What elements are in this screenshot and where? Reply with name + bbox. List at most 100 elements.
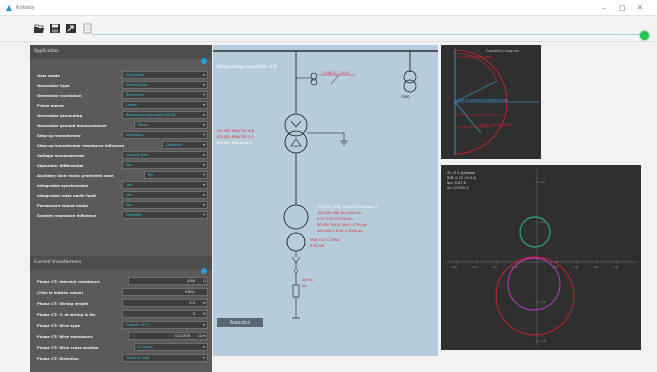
setting-row-generator-type: Generator type Salient pole [34, 81, 208, 89]
setting-row-integrated-synchronizer: Integrated synchronizer Yes [34, 181, 208, 189]
generator-rating-3: 0.27 0.00 0.2790 pu [317, 217, 353, 221]
setting-label: Phase CT: Wiring length [37, 300, 89, 306]
x-tick-label: 1.0 [573, 265, 578, 269]
prime-mover-select[interactable]: Diesel [122, 101, 208, 109]
toolbar [0, 16, 657, 42]
export-icon[interactable] [65, 23, 77, 34]
single-line-diagram: Relay voltage connection: 8.8 N.A 1,500 … [213, 45, 438, 356]
document-icon[interactable] [81, 23, 93, 34]
x-tick-label: 1.5 [593, 265, 598, 269]
protection-button[interactable]: Protection [217, 318, 263, 327]
setting-label: Phase CT: Direction [37, 355, 79, 361]
ground-measurement-select[interactable]: None [134, 121, 208, 129]
ct-wire-type-select[interactable]: Copper 75°C [122, 321, 208, 329]
separator-differential-select[interactable]: No [122, 161, 208, 169]
system-reactance-select[interactable]: Disabled [122, 211, 208, 219]
y-tick-label: -1.0 [540, 300, 546, 304]
ct-row-wire-resistance: Phase CT: Wire resistance 0.01200 Ω/m [34, 332, 208, 340]
breaker-label-2: 20 [302, 284, 307, 288]
ct-wire-cross-section-select[interactable]: 4.0mm2 [134, 343, 208, 351]
app-logo-icon [6, 5, 12, 11]
transformer-rating-1: 100.000 MVA/TSC 6.8 [216, 129, 254, 133]
impedance-info-4: Vn: 11000 V [447, 186, 469, 190]
setting-label: Phase CT: Wire resistance [37, 333, 93, 339]
ct-wiring-length-input[interactable]: 3.0 [122, 299, 208, 307]
impedance-info-3: Ipu: 0.87 A [447, 181, 467, 185]
setting-label: Voltage measurement [37, 152, 85, 158]
generator-extra-2: 0 60 kW [310, 244, 325, 248]
setting-label: Auxiliary load ready protected zone [37, 172, 114, 178]
setting-row-separator-differential: Separator differential No [34, 161, 208, 169]
setting-row-auxiliary-load: Auxiliary load ready protected zone No [34, 171, 208, 179]
capability-title: Capability diagram [486, 49, 520, 53]
setting-row-prime-mover: Prime mover Diesel [34, 101, 208, 109]
setting-row-reactance-influence: Step-up transformer reactance influence … [34, 141, 208, 149]
title-bar: Kirkeby – □ ✕ [0, 0, 657, 16]
diagram-drawing [213, 50, 438, 319]
ct-wire-resistance-input[interactable]: 0.01200 [128, 332, 208, 340]
window-title: Kirkeby [16, 5, 35, 11]
under-excitation-label: Line of under-excitation limit [457, 98, 508, 102]
generator-grounding-select[interactable]: Resistance grounded (NGR) [122, 111, 208, 119]
setting-label: Integrated rotor earth fault [37, 192, 97, 198]
setting-row-voltage-measurement: Voltage measurement Ground wye [34, 151, 208, 159]
generator-rating-2: 105.000 MW 30 1.000 pu [317, 211, 362, 215]
setting-label: User mode [37, 72, 60, 78]
user-mode-select[interactable]: Simplified [122, 71, 208, 79]
x-tick-label: 0.5 [553, 265, 558, 269]
integrated-synchronizer-select[interactable]: Yes [122, 181, 208, 189]
ct-direction-select[interactable]: Towards load [122, 354, 208, 362]
setting-label: Step-up transformer reactance influence [37, 142, 125, 148]
generator-excitation-select[interactable]: Brushless [122, 91, 208, 99]
ct-row-wire-type: Phase CT: Wire type Copper 75°C [34, 321, 208, 329]
setting-label: Generator grounding [37, 112, 83, 118]
application-section-toggle [30, 53, 212, 67]
x-tick-label: -1.0 [491, 265, 497, 269]
generator-rating-4: 40.000 500 0.300 0.1750 pu [317, 223, 368, 227]
generator-type-select[interactable]: Salient pole [122, 81, 208, 89]
ct-hidden-value-input[interactable]: 0.801 [122, 288, 208, 296]
close-button[interactable]: ✕ [634, 3, 646, 13]
maximize-button[interactable]: □ [616, 3, 628, 13]
ct-sub-label: N.A [311, 79, 316, 82]
connection-status-indicator [640, 31, 649, 40]
x-tick-label: 2.0 [613, 265, 618, 269]
ct-wiring-percent-input[interactable]: 5 [122, 310, 208, 318]
x-tick-label: -1.5 [471, 265, 477, 269]
setting-row-generator-grounding: Generator grounding Resistance grounded … [34, 111, 208, 119]
transformer-rating-3: 400.000 MVA base 1 [216, 141, 252, 145]
setting-row-system-reactance: System reactance influence Disabled [34, 211, 208, 219]
setting-label: Generator ground measurement [37, 122, 107, 128]
x-tick-label: -2.0 [451, 265, 457, 269]
collapse-icon[interactable] [201, 58, 207, 64]
setting-row-rotor-earth-fault: Integrated rotor earth fault No [34, 191, 208, 199]
transformer-rating-2: 100.000 MVA/TSC 0.1 [216, 135, 254, 139]
step-up-transformer-select[interactable]: Individual [122, 131, 208, 139]
setting-row-user-mode: User mode Simplified [34, 71, 208, 79]
setting-label: Phase CT: Wire type [37, 322, 81, 328]
open-icon[interactable] [33, 23, 45, 34]
unit-label: Ω/m [198, 333, 206, 338]
toolbar-divider [92, 34, 640, 35]
ct-internal-resistance-input[interactable]: 0.80 [128, 277, 208, 285]
setting-label: System reactance influence [37, 212, 97, 218]
ct-row-wire-cross-section: Phase CT: Wire cross section 4.0mm2 [34, 343, 208, 351]
ct-row-hidden-value: (This is hidden value) 0.801 [34, 288, 208, 296]
stator-current-label: Stator current limit [479, 123, 513, 127]
ct-row-wiring-percent: Phase CT: % of wiring is for 5 % [34, 310, 208, 318]
setting-label: Phase CT: Internal resistance [37, 278, 100, 284]
over-excitation-label: Over excitation limit [457, 55, 493, 59]
ct-row-internal-resistance: Phase CT: Internal resistance 0.80 Ω [34, 277, 208, 285]
collapse-icon[interactable] [201, 268, 207, 274]
impedance-info-2: X/R: 0.72 / 0.9 Ω [447, 176, 476, 180]
setting-label: Generator excitation [37, 92, 82, 98]
minimize-button[interactable]: – [598, 3, 610, 13]
island-mode-select[interactable]: No [122, 201, 208, 209]
setting-label: Generator type [37, 82, 70, 88]
auxiliary-load-select[interactable]: No [144, 171, 208, 179]
save-icon[interactable] [49, 23, 61, 34]
voltage-measurement-select[interactable]: Ground wye [122, 151, 208, 159]
setting-row-step-up-transformer: Step-up transformer Individual [34, 131, 208, 139]
rotor-earth-fault-select[interactable]: No [122, 191, 208, 199]
reactance-influence-select[interactable]: Disabled [162, 141, 208, 149]
